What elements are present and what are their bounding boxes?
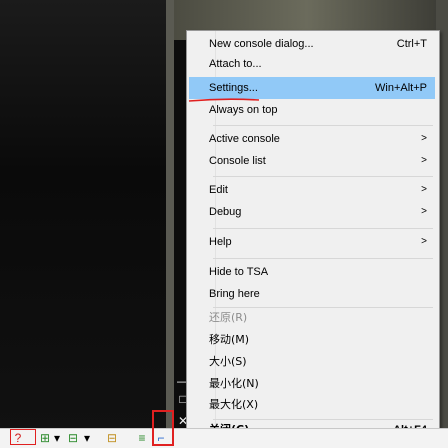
menu-separator: [213, 228, 433, 229]
chevron-right-icon: >: [421, 133, 427, 144]
menu-item-minimize[interactable]: 最小化(N): [189, 373, 435, 395]
menu-item-size[interactable]: 大小(S): [189, 351, 435, 373]
menu-item-restore[interactable]: 还原(R): [189, 307, 435, 329]
menu-item-new-console[interactable]: New console dialog... Ctrl+T: [189, 33, 435, 55]
menu-item-console-list[interactable]: Console list >: [189, 150, 435, 172]
menu-item-maximize[interactable]: 最大化(X): [189, 394, 435, 416]
chevron-right-icon: >: [421, 184, 427, 195]
menu-separator: [213, 258, 433, 259]
chevron-down-icon[interactable]: ▾: [82, 431, 92, 446]
menu-item-move[interactable]: 移动(M): [189, 329, 435, 351]
red-underline-annotation: [188, 98, 260, 102]
menu-separator: [213, 125, 433, 126]
menu-item-bring-here[interactable]: Bring here: [189, 283, 435, 305]
taskbar: ? ⊞ ▾ ⊟ ▾ ⊟ ≡ ⌐: [0, 428, 448, 448]
red-highlight-annotation: [152, 410, 174, 446]
console-icon[interactable]: ⊞: [38, 431, 52, 446]
menu-item-always-on-top[interactable]: Always on top: [189, 99, 435, 121]
window-icon[interactable]: ≡: [134, 431, 150, 446]
chevron-right-icon: >: [421, 155, 427, 166]
menu-item-help[interactable]: Help >: [189, 231, 435, 253]
menu-item-edit[interactable]: Edit >: [189, 179, 435, 201]
red-highlight-annotation: [10, 429, 36, 445]
chevron-down-icon[interactable]: ▾: [52, 431, 62, 446]
menu-item-settings[interactable]: Settings... Win+Alt+P: [189, 77, 435, 99]
menu-separator: [213, 176, 433, 177]
chevron-right-icon: >: [421, 236, 427, 247]
system-context-menu: New console dialog... Ctrl+T Attach to..…: [186, 30, 440, 436]
tab-icon[interactable]: ⊟: [66, 431, 80, 446]
lock-icon[interactable]: ⊟: [96, 431, 128, 446]
menu-item-attach[interactable]: Attach to...: [189, 53, 435, 75]
console-background: [0, 0, 166, 430]
chevron-right-icon: >: [421, 206, 427, 217]
menu-item-hide-to-tsa[interactable]: Hide to TSA: [189, 261, 435, 283]
menu-item-active-console[interactable]: Active console >: [189, 128, 435, 150]
menu-item-debug[interactable]: Debug >: [189, 201, 435, 223]
